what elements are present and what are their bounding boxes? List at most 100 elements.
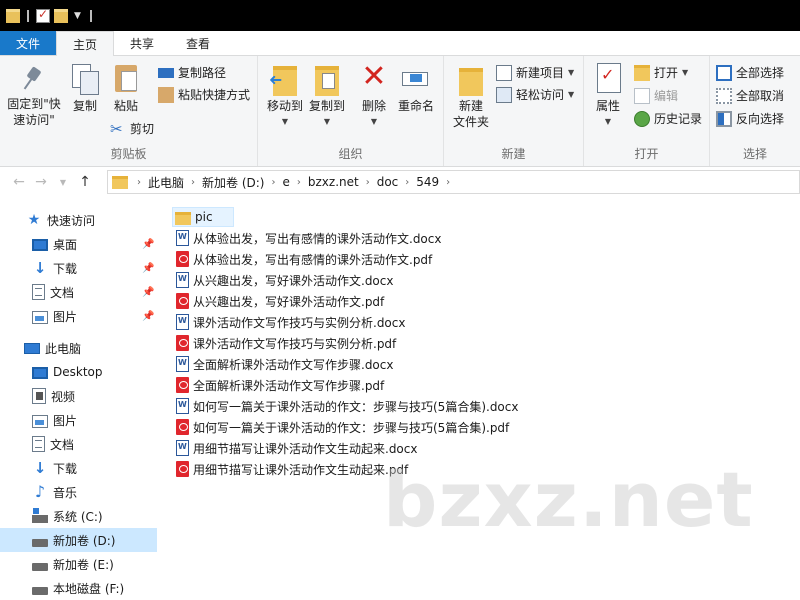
forward-arrow-icon[interactable]: →: [30, 174, 52, 190]
sidebar-item-label: 下载: [53, 261, 78, 276]
sidebar-item-label: 新加卷 (E:): [53, 557, 114, 572]
drive-icon: [32, 587, 48, 595]
sidebar-item-pictures[interactable]: 图片 📌: [0, 304, 157, 328]
sidebar-item-documents[interactable]: 文档 📌: [0, 280, 157, 304]
pdf-icon: [176, 251, 189, 267]
navigation-bar: ← → ▼ ↑ › 此电脑 › 新加卷 (D:) › e › bzxz.net …: [0, 168, 800, 196]
breadcrumb-e[interactable]: e: [282, 175, 289, 189]
list-item[interactable]: 从体验出发，写出有感情的课外活动作文.pdf: [176, 249, 432, 269]
chevron-right-icon[interactable]: ›: [271, 177, 275, 188]
copy-label: 复制: [72, 99, 97, 113]
recent-locations-dropdown-icon[interactable]: ▼: [52, 178, 74, 187]
tab-file[interactable]: 文件: [0, 31, 57, 55]
breadcrumb-this-pc[interactable]: 此电脑: [148, 174, 184, 191]
list-item[interactable]: 如何写一篇关于课外活动的作文：步骤与技巧(5篇合集).docx: [176, 396, 518, 416]
invert-selection-label: 反向选择: [736, 112, 785, 126]
chevron-right-icon[interactable]: ›: [297, 177, 301, 188]
picture-icon: [32, 414, 48, 428]
rename-button[interactable]: 重命名: [394, 62, 438, 114]
folder-icon[interactable]: [6, 8, 20, 23]
chevron-right-icon[interactable]: ›: [366, 177, 370, 188]
breadcrumb-doc[interactable]: doc: [377, 175, 399, 189]
new-group-label: 新建: [501, 147, 526, 161]
select-all-button[interactable]: 全部选择: [716, 64, 784, 81]
word-document-icon: [176, 272, 189, 288]
pin-to-quick-access-button[interactable]: 固定到"快 速访问": [4, 66, 64, 128]
new-folder-button[interactable]: 新建 文件夹: [450, 62, 492, 130]
easy-access-button[interactable]: 轻松访问 ▼: [496, 86, 574, 103]
sidebar-item-pc-downloads[interactable]: ↓ 下载: [0, 456, 157, 480]
scissors-icon: ✂: [110, 119, 123, 138]
open-group: 属性 ▼ 打开 ▼ 编辑 历史记录 打开: [584, 56, 710, 166]
address-bar[interactable]: › 此电脑 › 新加卷 (D:) › e › bzxz.net › doc › …: [107, 170, 800, 194]
new-folder-icon[interactable]: [54, 8, 68, 23]
folder-icon: [112, 175, 128, 189]
list-item[interactable]: 用细节描写让课外活动作文生动起来.pdf: [176, 459, 408, 479]
file-name: 课外活动作文写作技巧与实例分析.docx: [193, 315, 406, 330]
list-item[interactable]: 从兴趣出发，写好课外活动作文.pdf: [176, 291, 384, 311]
sidebar-item-drive-e[interactable]: 新加卷 (E:): [0, 552, 157, 576]
list-item[interactable]: 课外活动作文写作技巧与实例分析.docx: [176, 312, 405, 332]
sidebar-item-pc-pictures[interactable]: 图片: [0, 408, 157, 432]
back-arrow-icon[interactable]: ←: [8, 174, 30, 190]
list-item[interactable]: pic: [172, 207, 234, 227]
properties-label: 属性: [595, 99, 620, 113]
sidebar-item-drive-d[interactable]: 新加卷 (D:): [0, 528, 157, 552]
cut-button[interactable]: ✂ 剪切: [110, 120, 154, 137]
sidebar-item-quick-access[interactable]: ★ 快速访问: [0, 208, 157, 232]
properties-button[interactable]: 属性 ▼: [590, 62, 626, 130]
invert-selection-button[interactable]: 反向选择: [716, 110, 784, 127]
sidebar-item-label: 系统 (C:): [53, 509, 103, 524]
list-item[interactable]: 课外活动作文写作技巧与实例分析.pdf: [176, 333, 396, 353]
system-drive-icon: [32, 508, 48, 523]
copy-to-button[interactable]: 复制到 ▼: [306, 62, 348, 130]
copy-path-button[interactable]: 复制路径: [158, 64, 226, 81]
list-item[interactable]: 从体验出发，写出有感情的课外活动作文.docx: [176, 228, 441, 248]
tab-view[interactable]: 查看: [170, 31, 226, 55]
sidebar-item-label: 桌面: [53, 237, 78, 252]
chevron-right-icon[interactable]: ›: [137, 177, 141, 188]
paste-label: 粘贴: [113, 99, 138, 113]
pin-icon: 📌: [142, 262, 155, 274]
breadcrumb-drive-d[interactable]: 新加卷 (D:): [202, 174, 264, 191]
paste-button[interactable]: 粘贴: [106, 62, 146, 114]
sidebar-item-drive-f[interactable]: 本地磁盘 (F:): [0, 576, 157, 600]
copy-button[interactable]: 复制: [66, 64, 104, 114]
properties-check-icon[interactable]: [36, 7, 50, 23]
paste-shortcut-button[interactable]: 粘贴快捷方式: [158, 86, 250, 103]
sidebar-item-pc-desktop[interactable]: Desktop: [0, 360, 157, 384]
sidebar-item-music[interactable]: ♪ 音乐: [0, 480, 157, 504]
select-none-button[interactable]: 全部取消: [716, 87, 784, 104]
chevron-right-icon[interactable]: ›: [191, 177, 195, 188]
sidebar-item-pc-documents[interactable]: 文档: [0, 432, 157, 456]
drive-icon: [32, 539, 48, 547]
open-button[interactable]: 打开 ▼: [634, 64, 688, 81]
breadcrumb-bzxz[interactable]: bzxz.net: [308, 175, 359, 189]
list-item[interactable]: 从兴趣出发，写好课外活动作文.docx: [176, 270, 393, 290]
new-item-button[interactable]: 新建项目 ▼: [496, 64, 574, 81]
dropdown-arrow-icon[interactable]: ▼: [74, 11, 81, 21]
history-button[interactable]: 历史记录: [634, 110, 702, 127]
sidebar-item-desktop[interactable]: 桌面 📌: [0, 232, 157, 256]
list-item[interactable]: 如何写一篇关于课外活动的作文：步骤与技巧(5篇合集).pdf: [176, 417, 509, 437]
list-item[interactable]: 全面解析课外活动作文写作步骤.docx: [176, 354, 393, 374]
tab-share[interactable]: 共享: [114, 31, 170, 55]
delete-button[interactable]: ✕ 删除 ▼: [356, 62, 392, 130]
move-to-button[interactable]: 移动到 ▼: [264, 62, 306, 130]
sidebar-item-downloads[interactable]: ↓ 下载 📌: [0, 256, 157, 280]
chevron-right-icon[interactable]: ›: [446, 177, 450, 188]
up-arrow-icon[interactable]: ↑: [74, 174, 96, 190]
list-item[interactable]: 全面解析课外活动作文写作步骤.pdf: [176, 375, 384, 395]
chevron-right-icon[interactable]: ›: [405, 177, 409, 188]
edit-button[interactable]: 编辑: [634, 87, 678, 104]
sidebar-item-videos[interactable]: 视频: [0, 384, 157, 408]
open-group-label: 打开: [634, 147, 659, 161]
tab-home[interactable]: 主页: [56, 31, 115, 56]
sidebar-item-this-pc[interactable]: 此电脑: [0, 336, 157, 360]
sidebar-item-drive-c[interactable]: 系统 (C:): [0, 504, 157, 528]
download-arrow-icon: ↓: [33, 459, 47, 477]
list-item[interactable]: 用细节描写让课外活动作文生动起来.docx: [176, 438, 417, 458]
pdf-icon: [176, 335, 189, 351]
select-all-label: 全部选择: [736, 66, 785, 80]
breadcrumb-549[interactable]: 549: [416, 175, 439, 189]
